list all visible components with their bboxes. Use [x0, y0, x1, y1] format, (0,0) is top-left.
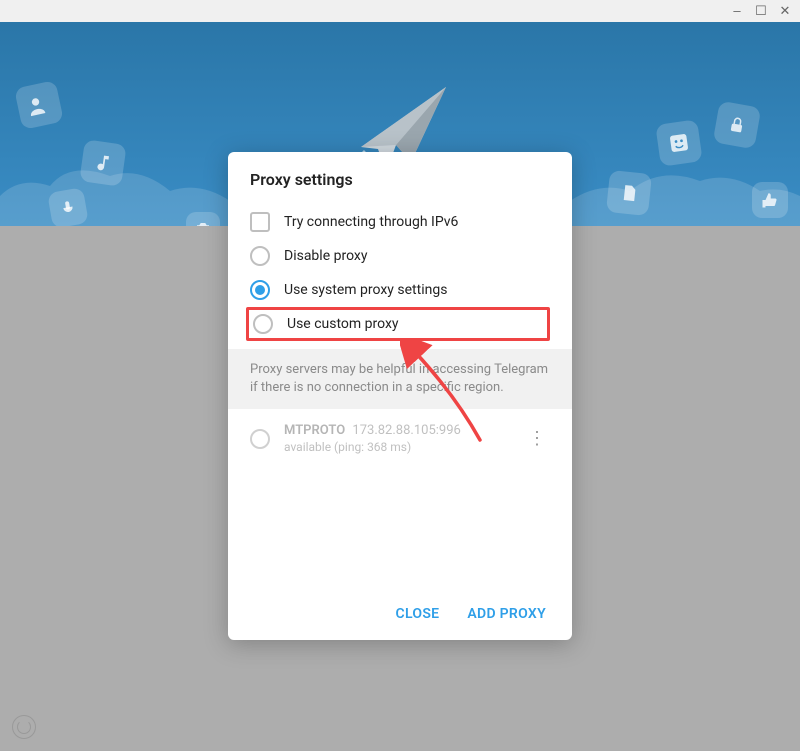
proxy-address: 173.82.88.105:996	[352, 423, 460, 438]
radio-icon	[250, 246, 270, 266]
add-proxy-button[interactable]: ADD PROXY	[467, 606, 546, 622]
system-proxy-option[interactable]: Use system proxy settings	[250, 273, 550, 307]
radio-icon	[253, 314, 273, 334]
more-menu-icon[interactable]: ⋮	[524, 424, 550, 453]
radio-icon	[250, 429, 270, 449]
radio-icon	[250, 280, 270, 300]
maximize-button[interactable]: ☐	[754, 5, 768, 18]
modal-backdrop: Proxy settings Try connecting through IP…	[0, 22, 800, 751]
proxy-details: MTPROTO 173.82.88.105:996 available (pin…	[284, 423, 510, 454]
option-label: Use system proxy settings	[284, 282, 447, 298]
ipv6-option[interactable]: Try connecting through IPv6	[250, 205, 550, 239]
minimize-button[interactable]: ‒	[730, 5, 744, 18]
disable-proxy-option[interactable]: Disable proxy	[250, 239, 550, 273]
close-modal-button[interactable]: CLOSE	[396, 606, 440, 622]
option-label: Use custom proxy	[287, 316, 399, 332]
proxy-protocol: MTPROTO	[284, 423, 345, 438]
option-label: Disable proxy	[284, 248, 367, 264]
proxy-status: available (ping: 368 ms)	[284, 440, 510, 454]
window-titlebar: ‒ ☐ ✕	[0, 0, 800, 22]
proxy-settings-modal: Proxy settings Try connecting through IP…	[228, 152, 572, 640]
close-button[interactable]: ✕	[778, 5, 792, 18]
option-label: Try connecting through IPv6	[284, 214, 458, 230]
proxy-options: Try connecting through IPv6 Disable prox…	[228, 203, 572, 349]
proxy-entry[interactable]: MTPROTO 173.82.88.105:996 available (pin…	[228, 409, 572, 468]
checkbox-icon	[250, 212, 270, 232]
modal-footer: CLOSE ADD PROXY	[228, 588, 572, 640]
loading-indicator-icon	[12, 715, 36, 739]
custom-proxy-option[interactable]: Use custom proxy	[246, 307, 550, 341]
modal-title: Proxy settings	[228, 152, 572, 203]
proxy-info-text: Proxy servers may be helpful in accessin…	[228, 349, 572, 409]
